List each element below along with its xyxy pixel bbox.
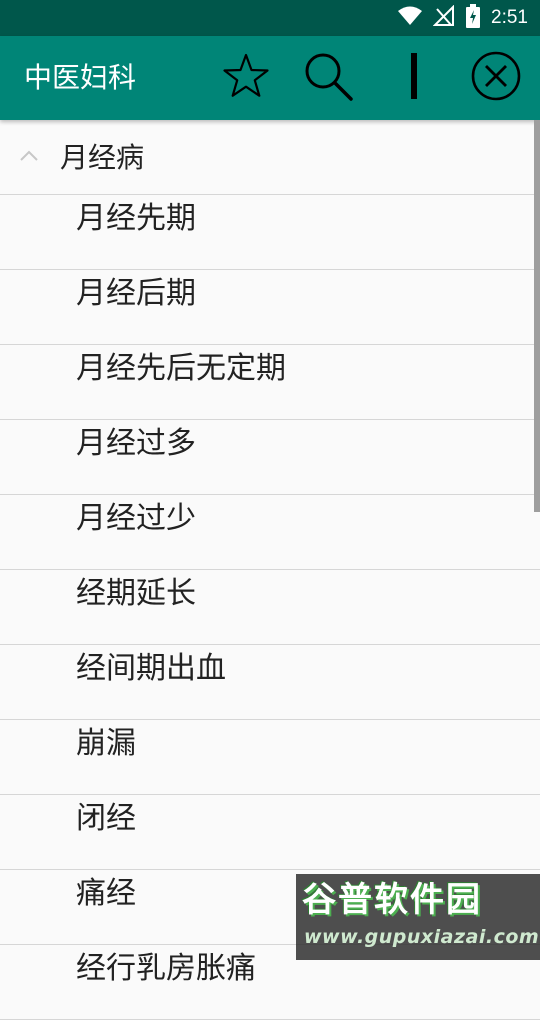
list-item-label: 经行乳房胀痛 [76, 951, 256, 986]
close-circle-icon [470, 50, 522, 106]
scrollbar[interactable] [534, 120, 540, 512]
wifi-icon [397, 5, 423, 31]
list-group-header[interactable]: 月经病 [0, 120, 540, 195]
no-signal-icon [432, 4, 455, 31]
list-item[interactable]: 月经过少 [0, 495, 540, 570]
list-item-label: 经期延长 [76, 576, 196, 611]
chevron-up-icon [18, 142, 40, 175]
watermark-title: 谷普软件园 [302, 880, 482, 920]
list-item-label: 月经先期 [76, 201, 196, 236]
list-item[interactable]: 经期延长 [0, 570, 540, 645]
list-item[interactable]: 闭经 [0, 795, 540, 870]
favorite-button[interactable] [220, 52, 272, 104]
list-item[interactable]: 月经过多 [0, 420, 540, 495]
list-item[interactable]: 月经后期 [0, 270, 540, 345]
text-mode-button[interactable] [388, 52, 440, 104]
watermark-logo: 谷普软件园 www.gupuxiazai.com [296, 874, 540, 960]
list-item-label: 月经过少 [76, 501, 196, 536]
clock-time: 2:51 [491, 7, 528, 28]
list-item-label: 月经过多 [76, 426, 196, 461]
list-item-label: 崩漏 [76, 726, 136, 761]
list-item-label: 痛经 [76, 876, 136, 911]
list-item[interactable]: 经间期出血 [0, 645, 540, 720]
list-item-label: 月经后期 [76, 276, 196, 311]
search-icon [302, 50, 354, 106]
search-button[interactable] [302, 52, 354, 104]
app-title: 中医妇科 [24, 61, 137, 94]
app-toolbar: 中医妇科 [0, 36, 540, 120]
close-button[interactable] [470, 50, 522, 106]
group-label: 月经病 [60, 141, 145, 174]
list-item-label: 经间期出血 [76, 651, 226, 686]
list-item[interactable]: 月经先后无定期 [0, 345, 540, 420]
watermark-url: www.gupuxiazai.com [304, 926, 540, 948]
list-item-label: 闭经 [76, 801, 136, 836]
text-cursor-icon [408, 51, 420, 105]
battery-charging-icon [465, 4, 481, 32]
list-item[interactable]: 月经先期 [0, 195, 540, 270]
star-icon [221, 52, 271, 104]
list-item-label: 月经先后无定期 [76, 351, 286, 386]
status-bar: 2:51 [0, 0, 540, 36]
list-item[interactable]: 崩漏 [0, 720, 540, 795]
